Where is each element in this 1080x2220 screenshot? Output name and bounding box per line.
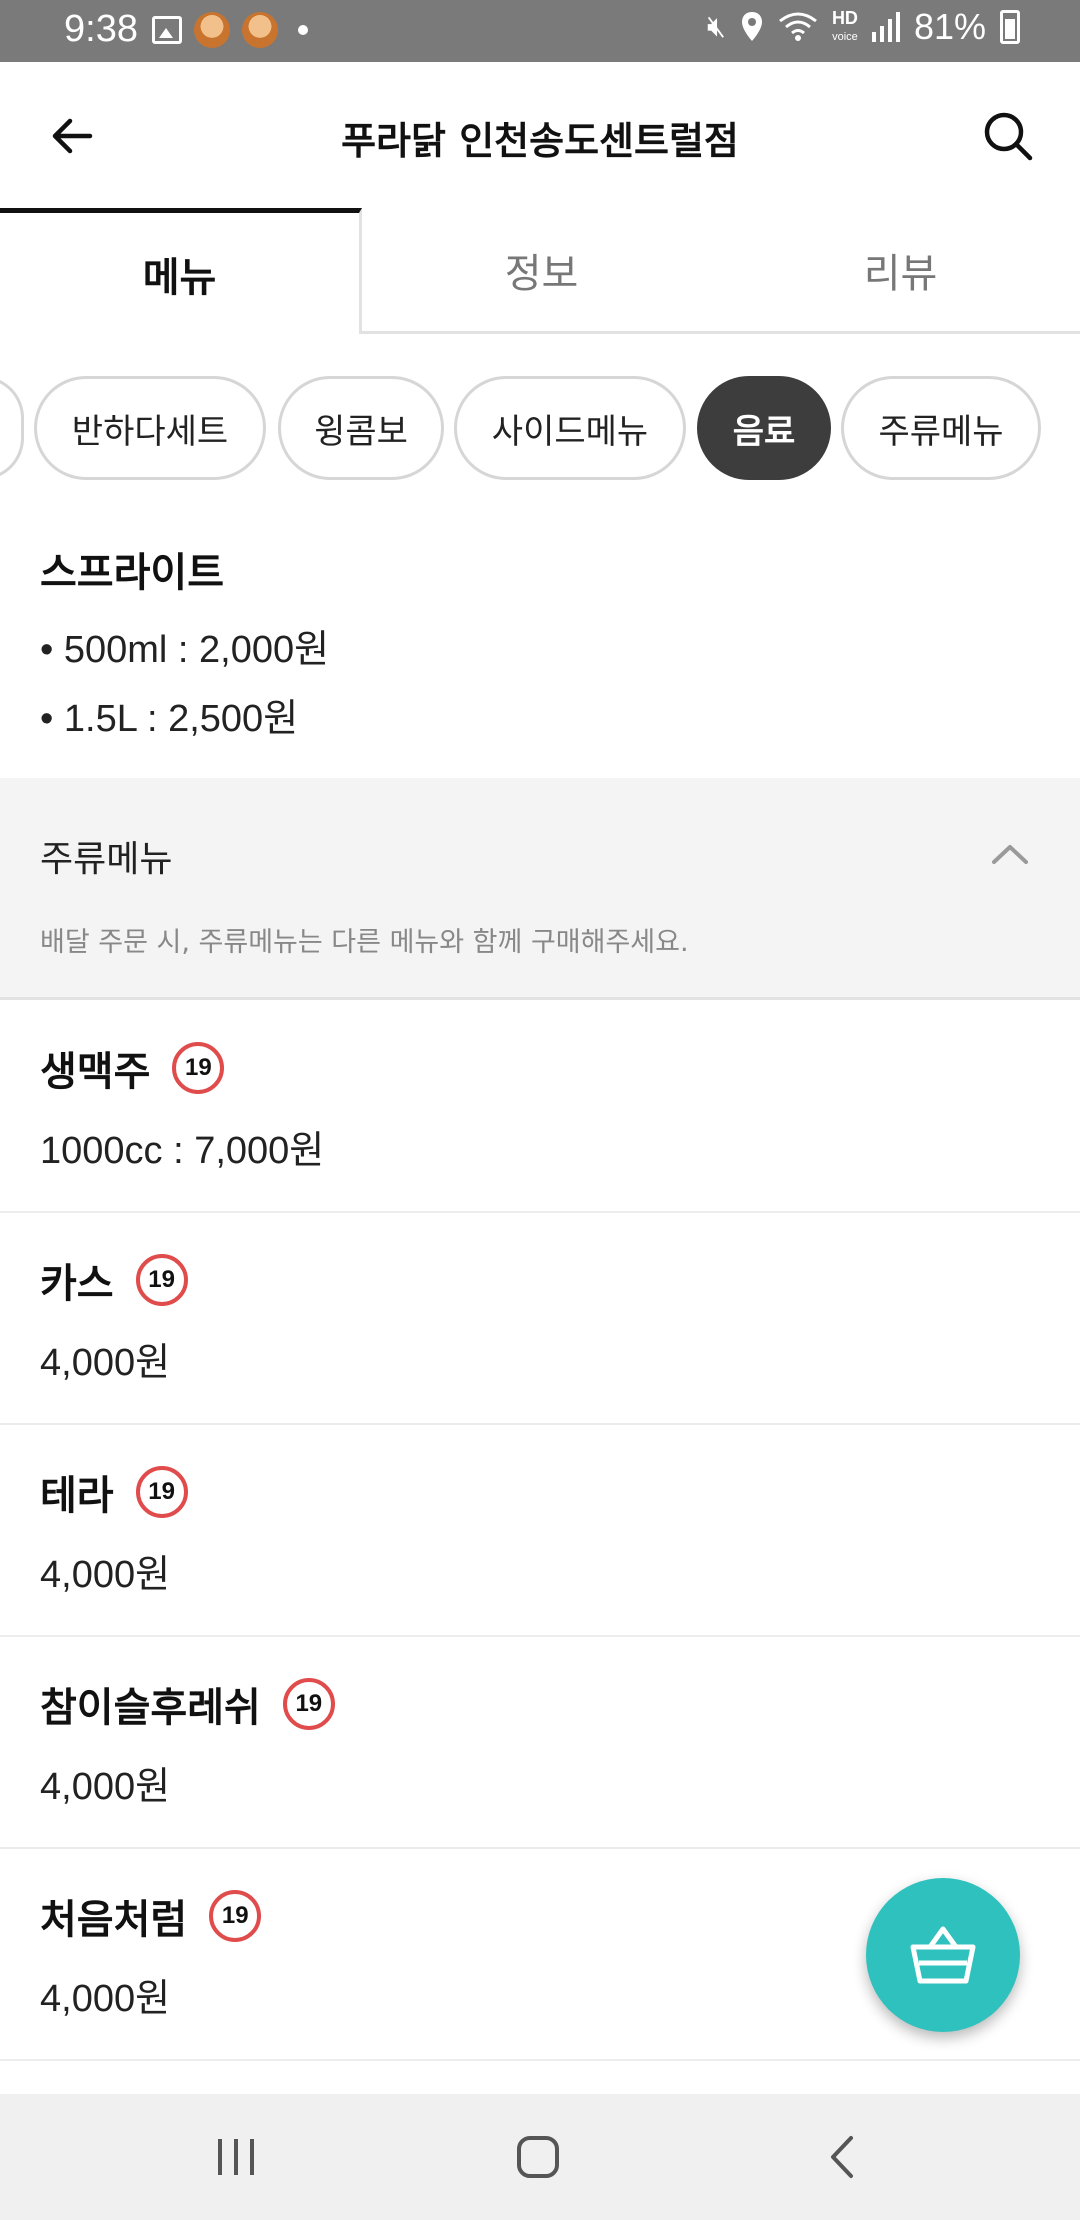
menu-item-sprite[interactable]: 스프라이트 • 500ml : 2,000원 • 1.5L : 2,500원 [0, 540, 1080, 742]
chip-side-menu[interactable]: 사이드메뉴 [454, 376, 686, 480]
menu-item-name: 스프라이트 [40, 550, 224, 596]
recent-apps-icon [218, 2139, 254, 2175]
status-bar: 9:38 🔇︎ HD voice 81% [0, 0, 1080, 62]
search-icon [984, 112, 1033, 161]
avatar-icon [242, 12, 278, 48]
mute-icon: 🔇︎ [707, 10, 726, 43]
system-navigation-bar [0, 2094, 1080, 2220]
menu-item-price: 4,000원 [40, 1342, 171, 1384]
chip-previous-partial[interactable] [0, 376, 24, 480]
store-tabs: 메뉴 정보 리뷰 [0, 208, 1080, 334]
battery-percent: 81% [913, 6, 986, 47]
menu-item-price: 4,000원 [40, 1978, 171, 2020]
menu-item-option: • 1.5L : 2,500원 [40, 698, 299, 740]
list-item[interactable]: 생맥주 19 1000cc : 7,000원 [0, 1001, 1080, 1213]
menu-item-name: 생맥주 [40, 1049, 151, 1095]
voice-label: voice [832, 30, 858, 43]
list-item[interactable]: 참이슬후레쉬 19 4,000원 [0, 1637, 1080, 1849]
hd-voice-icon: HD voice [831, 7, 858, 45]
menu-item-option: • 500ml : 2,000원 [40, 629, 330, 671]
age-restriction-badge: 19 [135, 1254, 188, 1306]
chip-wing-combo[interactable]: 윙콤보 [278, 376, 444, 480]
notification-icons [152, 12, 308, 48]
cart-button[interactable] [866, 1878, 1020, 2032]
option-label: 1.5L : 2,500원 [63, 698, 299, 740]
recent-apps-button[interactable] [196, 2122, 276, 2192]
menu-item-name: 처음처럼 [40, 1897, 188, 1943]
list-item[interactable]: 카스 19 4,000원 [0, 1213, 1080, 1425]
basket-icon [910, 1926, 976, 1984]
wifi-icon [779, 12, 817, 41]
menu-item-price: 1000cc : 7,000원 [40, 1130, 325, 1172]
tab-info[interactable]: 정보 [362, 208, 721, 331]
chip-drinks[interactable]: 음료 [697, 376, 831, 480]
age-restriction-badge: 19 [135, 1466, 188, 1518]
section-title: 주류메뉴 [40, 839, 173, 880]
app-header: 푸라닭 인천송도센트럴점 [0, 62, 1080, 212]
menu-item-name: 테라 [40, 1473, 114, 1519]
system-back-button[interactable] [802, 2122, 882, 2192]
photo-icon [152, 16, 182, 44]
category-chips: 반하다세트 윙콤보 사이드메뉴 음료 주류메뉴 [0, 372, 1080, 482]
page-title: 푸라닭 인천송도센트럴점 [341, 119, 739, 163]
option-label: 500ml : 2,000원 [63, 629, 330, 671]
chip-banhada-set[interactable]: 반하다세트 [34, 376, 266, 480]
chevron-up-icon[interactable] [990, 834, 1030, 874]
menu-item-price: 4,000원 [40, 1766, 171, 1808]
status-time: 9:38 [64, 8, 138, 50]
tab-review[interactable]: 리뷰 [721, 208, 1080, 331]
section-notice: 배달 주문 시, 주류메뉴는 다른 메뉴와 함께 구매해주세요. [40, 927, 689, 958]
section-alcohol-menu[interactable]: 주류메뉴 배달 주문 시, 주류메뉴는 다른 메뉴와 함께 구매해주세요. [0, 778, 1080, 1000]
search-button[interactable] [978, 106, 1038, 166]
signal-icon [871, 12, 900, 42]
list-item[interactable]: 테라 19 4,000원 [0, 1425, 1080, 1637]
tab-menu[interactable]: 메뉴 [0, 208, 362, 334]
menu-item-name: 참이슬후레쉬 [40, 1685, 261, 1731]
system-icons: 🔇︎ HD voice 81% [707, 6, 1020, 48]
dot-icon [298, 25, 308, 35]
chip-alcohol-menu[interactable]: 주류메뉴 [841, 376, 1041, 480]
home-icon [517, 2136, 559, 2178]
hd-label: HD [831, 7, 858, 28]
chevron-left-icon [831, 2136, 853, 2178]
age-restriction-badge: 19 [282, 1678, 335, 1730]
menu-item-name: 카스 [40, 1261, 114, 1307]
age-restriction-badge: 19 [209, 1890, 262, 1942]
menu-item-price: 4,000원 [40, 1554, 171, 1596]
avatar-icon [194, 12, 230, 48]
home-button[interactable] [498, 2122, 578, 2192]
battery-charging-icon [1000, 10, 1020, 44]
location-icon [741, 12, 762, 41]
age-restriction-badge: 19 [172, 1042, 225, 1094]
